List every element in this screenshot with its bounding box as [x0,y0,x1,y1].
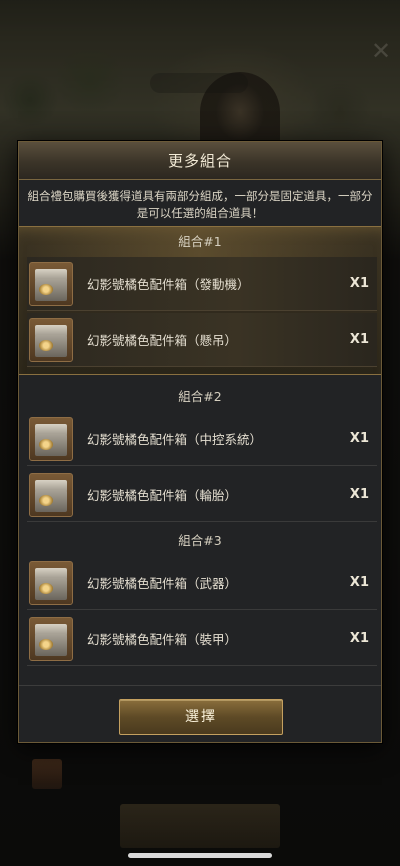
combination-modal: 更多組合 組合禮包購買後獲得道具有兩部分組成，一部分是固定道具，一部分是可以任選… [18,141,382,743]
item-name: 幻影號橘色配件箱（發動機） [87,277,250,292]
item-name: 幻影號橘色配件箱（裝甲） [87,632,238,647]
combination-group-2[interactable]: 組合#2 幻影號橘色配件箱（中控系統） X1 幻影號橘色配件箱（輪胎） X1 [19,382,381,522]
group-header: 組合#3 [178,533,222,548]
crate-icon [29,560,73,605]
list-item: 幻影號橘色配件箱（武器） X1 [27,556,377,610]
item-quantity: X1 [349,332,369,347]
combination-list: 組合#1 幻影號橘色配件箱（發動機） X1 幻影號橘色配件箱（懸吊） X1 組合… [19,226,381,668]
modal-description: 組合禮包購買後獲得道具有兩部分組成，一部分是固定道具，一部分是可以任選的組合道具… [27,189,373,220]
crate-icon [29,416,73,461]
item-name: 幻影號橘色配件箱（懸吊） [87,333,238,348]
item-quantity: X1 [349,276,369,291]
background-purchase-button [120,804,280,848]
combination-group-3[interactable]: 組合#3 幻影號橘色配件箱（武器） X1 幻影號橘色配件箱（裝甲） X1 [19,526,381,666]
item-quantity: X1 [349,631,369,646]
item-quantity: X1 [349,487,369,502]
group-header: 組合#2 [178,389,222,404]
item-quantity: X1 [349,575,369,590]
item-quantity: X1 [349,431,369,446]
select-button[interactable]: 選擇 [119,699,283,735]
list-item: 幻影號橘色配件箱（懸吊） X1 [27,313,377,367]
home-indicator[interactable] [128,853,272,858]
item-name: 幻影號橘色配件箱（中控系統） [87,432,263,447]
combination-group-1[interactable]: 組合#1 幻影號橘色配件箱（發動機） X1 幻影號橘色配件箱（懸吊） X1 [19,226,381,375]
background-item-icon [32,759,62,789]
group-header: 組合#1 [19,227,381,257]
background-item-row [32,756,372,792]
crate-icon [29,616,73,661]
modal-title: 更多組合 [167,152,232,170]
crate-icon [29,317,73,362]
item-name: 幻影號橘色配件箱（武器） [87,576,238,591]
list-item: 幻影號橘色配件箱（中控系統） X1 [27,412,377,466]
list-item: 幻影號橘色配件箱（輪胎） X1 [27,468,377,522]
item-name: 幻影號橘色配件箱（輪胎） [87,488,238,503]
crate-icon [29,261,73,306]
modal-footer: 選擇 [19,685,381,743]
crate-icon [29,472,73,517]
list-item: 幻影號橘色配件箱（裝甲） X1 [27,612,377,666]
list-item: 幻影號橘色配件箱（發動機） X1 [27,257,377,311]
modal-header: 更多組合 [19,142,381,180]
